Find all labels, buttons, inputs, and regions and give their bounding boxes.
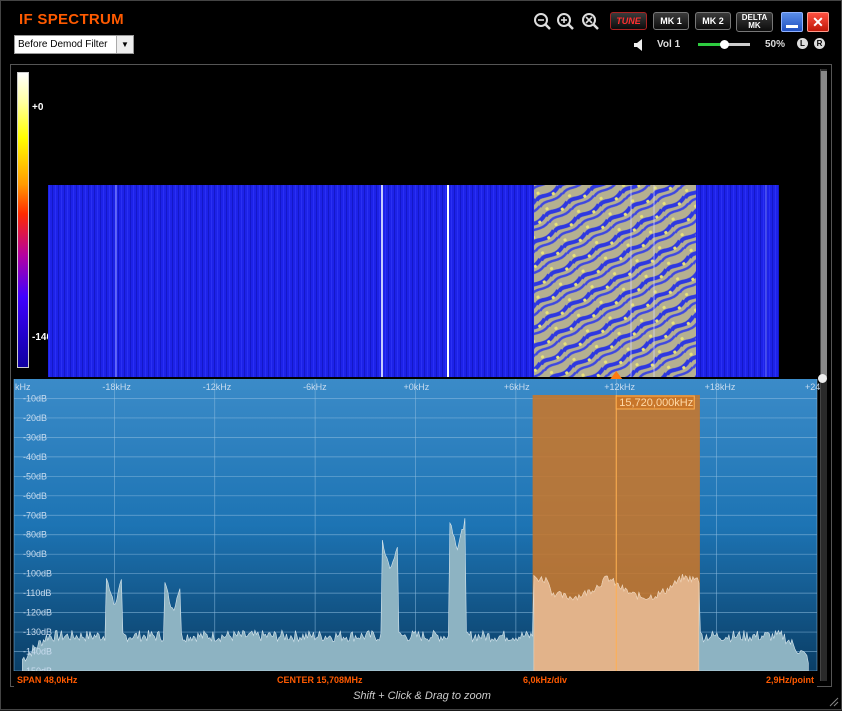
y-tick-label: -120dB (23, 608, 52, 618)
spectrum-plot[interactable]: 15,720,000kHz kHz -18kHz -12kHz -6kHz +0kHz +… (1, 1, 842, 711)
y-tick-label: -100dB (23, 569, 52, 579)
x-tick-label: kHz (15, 382, 31, 392)
center-frequency-readout: CENTER 15,708MHz (277, 675, 363, 685)
if-spectrum-window: IF SPECTRUM Before Demod Filter ▼ TUNE M… (0, 0, 842, 710)
status-bar (14, 671, 817, 687)
span-readout: SPAN 48,0kHz (17, 675, 78, 685)
resize-grip-icon[interactable] (827, 695, 839, 707)
y-tick-label: -140dB (23, 647, 52, 657)
x-tick-label: -18kHz (102, 382, 131, 392)
y-tick-label: -130dB (23, 627, 52, 637)
x-tick-label: +24 (805, 382, 820, 392)
frequency-marker-label: 15,720,000kHz (619, 397, 693, 409)
x-tick-label: +18kHz (705, 382, 736, 392)
x-tick-label: +6kHz (504, 382, 530, 392)
y-tick-label: -70dB (23, 510, 47, 520)
x-tick-label: -6kHz (303, 382, 327, 392)
division-readout: 6,0kHz/div (523, 675, 567, 685)
y-tick-label: -10dB (23, 393, 47, 403)
x-tick-label: -12kHz (203, 382, 232, 392)
y-tick-label: -30dB (23, 432, 47, 442)
zoom-hint: Shift + Click & Drag to zoom (353, 690, 491, 702)
y-tick-label: -80dB (23, 530, 47, 540)
y-tick-label: -90dB (23, 549, 47, 559)
waterfall-split-handle[interactable] (818, 374, 827, 383)
resolution-readout: 2,9Hz/point (766, 675, 814, 685)
y-tick-label: -60dB (23, 491, 47, 501)
y-tick-label: -40dB (23, 452, 47, 462)
y-tick-label: -110dB (23, 588, 51, 598)
y-tick-label: -50dB (23, 471, 47, 481)
y-tick-label: -20dB (23, 413, 47, 423)
tuned-frequency-marker[interactable] (610, 371, 623, 379)
x-tick-label: +12kHz (604, 382, 635, 392)
x-tick-label: +0kHz (404, 382, 430, 392)
